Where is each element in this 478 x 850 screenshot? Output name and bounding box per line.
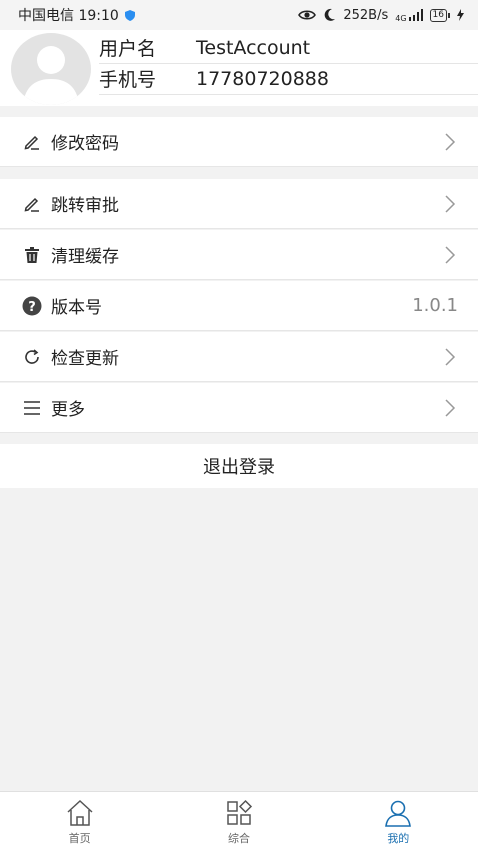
- battery-icon: 16: [429, 8, 447, 22]
- tab-label: 我的: [387, 832, 410, 845]
- profile-card: 用户名 TestAccount 手机号 17780720888: [0, 30, 478, 106]
- tab-label: 首页: [68, 832, 91, 845]
- tab-label: 综合: [227, 832, 250, 845]
- tab-mine[interactable]: 我的: [319, 792, 478, 850]
- chevron-right-icon: [445, 245, 456, 264]
- pencil-icon: [22, 194, 42, 214]
- phone-row: 手机号 17780720888: [99, 63, 478, 95]
- version-value: 1.0.1: [412, 295, 458, 316]
- shield-icon: [124, 9, 135, 21]
- phone-label: 手机号: [99, 69, 157, 91]
- tab-home[interactable]: 首页: [0, 792, 159, 850]
- phone-value: 17780720888: [196, 67, 329, 90]
- tab-overview[interactable]: 综合: [159, 792, 318, 850]
- chevron-right-icon: [445, 398, 456, 417]
- username-label: 用户名: [99, 38, 157, 60]
- signal-icon: [408, 9, 423, 21]
- carrier-time: 中国电信 19:10: [18, 8, 119, 24]
- menu-label: 检查更新: [51, 349, 119, 369]
- net-speed: 252B/s: [343, 7, 389, 23]
- svg-text:?: ?: [28, 300, 36, 315]
- logout-button[interactable]: 退出登录: [0, 444, 478, 488]
- chevron-right-icon: [445, 194, 456, 213]
- menu-item-clear-cache[interactable]: 清理缓存: [0, 230, 478, 280]
- menu-label: 跳转审批: [51, 196, 119, 216]
- menu-lines-icon: [22, 398, 42, 418]
- chevron-right-icon: [445, 347, 456, 366]
- menu-item-check-update[interactable]: 检查更新: [0, 332, 478, 382]
- pencil-icon: [22, 132, 42, 152]
- menu-item-change-password[interactable]: 修改密码: [0, 117, 478, 167]
- menu-item-jump-approval[interactable]: 跳转审批: [0, 179, 478, 229]
- username-row: 用户名 TestAccount: [99, 32, 478, 64]
- bottom-tab-bar: 首页 综合 我的: [0, 791, 478, 850]
- grid-icon: [227, 799, 253, 825]
- user-avatar-icon: [23, 46, 79, 105]
- menu-label: 版本号: [51, 298, 102, 318]
- menu-label: 清理缓存: [51, 247, 119, 267]
- logout-label: 退出登录: [203, 457, 275, 478]
- avatar[interactable]: [11, 33, 91, 105]
- user-icon: [385, 800, 412, 827]
- status-bar: 中国电信 19:10 252B/s 4G 16: [0, 0, 478, 30]
- question-icon: ?: [22, 296, 42, 316]
- home-icon: [67, 799, 93, 826]
- menu-item-version: ? 版本号 1.0.1: [0, 281, 478, 331]
- charging-icon: [457, 9, 464, 21]
- menu-label: 修改密码: [51, 134, 119, 154]
- menu-item-more[interactable]: 更多: [0, 383, 478, 433]
- menu-label: 更多: [51, 400, 85, 420]
- moon-icon: [325, 8, 336, 21]
- eye-icon: [298, 10, 317, 20]
- network-type: 4G: [395, 14, 407, 23]
- chevron-right-icon: [445, 132, 456, 151]
- refresh-icon: [22, 347, 42, 367]
- username-value: TestAccount: [196, 36, 311, 59]
- trash-icon: [22, 245, 42, 265]
